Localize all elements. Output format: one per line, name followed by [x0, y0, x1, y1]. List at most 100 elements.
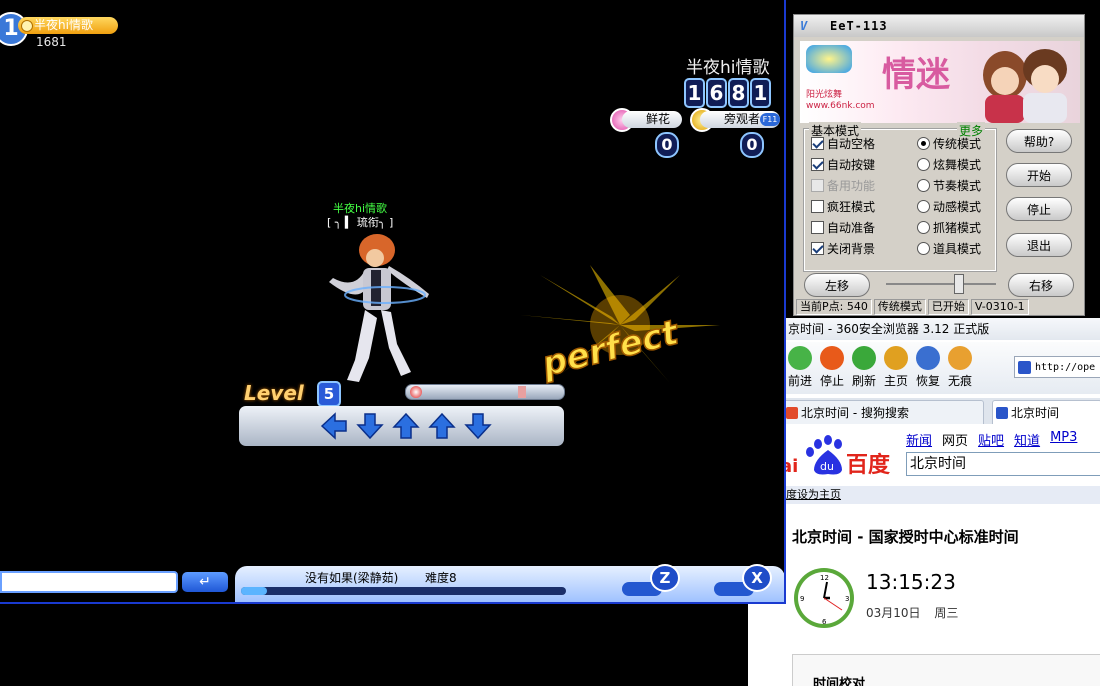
checkbox-box[interactable]: [811, 241, 824, 255]
watcher-count: 0: [740, 132, 764, 158]
couple-illustration: [983, 49, 1067, 123]
checkbox-option[interactable]: 自动空格: [811, 134, 875, 152]
start-button[interactable]: 开始: [1006, 163, 1072, 187]
arrow-up-icon: [428, 412, 456, 439]
toolbar-button-label: 恢复: [915, 374, 940, 388]
radio-label: 节奏模式: [933, 178, 982, 193]
score-digit: 8: [728, 78, 749, 108]
radio-button[interactable]: [917, 199, 930, 213]
tool-title: EeT-113: [830, 19, 888, 33]
exit-button[interactable]: 退出: [1006, 233, 1072, 257]
toolbar-button-stop[interactable]: 停止: [816, 346, 848, 392]
toolbar-button-forward-arrow[interactable]: 前进: [786, 346, 816, 392]
opacity-slider[interactable]: [886, 283, 996, 285]
helper-tool-window: V EeT-113 情迷 阳光炫舞 www.66nk.com 基本模式 更多 自…: [793, 14, 1085, 316]
forward-arrow-icon: [788, 346, 812, 370]
game-logo-icon: [806, 45, 852, 73]
checkbox-box[interactable]: [811, 220, 824, 234]
checkbox-option[interactable]: 自动准备: [811, 218, 875, 236]
perfect-judgement: perfect: [520, 265, 720, 385]
search-input[interactable]: 北京时间: [906, 452, 1100, 476]
set-homepage-link[interactable]: 度设为主页: [786, 486, 1100, 504]
svg-text:ai: ai: [786, 456, 798, 477]
tab-label: 北京时间: [1011, 406, 1060, 420]
slider-thumb[interactable]: [954, 274, 964, 294]
radio-button[interactable]: [917, 241, 930, 255]
toolbar-button-undo[interactable]: 恢复: [912, 346, 944, 392]
browser-title-bar[interactable]: 京时间 - 360安全浏览器 3.12 正式版: [786, 318, 1100, 340]
radio-button[interactable]: [917, 220, 930, 234]
move-right-button[interactable]: 右移: [1008, 273, 1074, 297]
baidu-logo-text: 百度: [846, 452, 891, 478]
radio-option[interactable]: 抓猪模式: [917, 218, 981, 236]
tab-sogou-search[interactable]: 北京时间 - 搜狗搜索: [786, 400, 984, 424]
result-title[interactable]: 北京时间 - 国家授时中心标准时间: [792, 526, 1019, 547]
checkbox-label: 自动空格: [827, 136, 876, 151]
radio-button[interactable]: [917, 157, 930, 171]
banner-url: www.66nk.com: [806, 101, 875, 111]
enter-button[interactable]: ↵: [182, 572, 228, 592]
banner-title: 情迷: [882, 55, 950, 95]
radio-button[interactable]: [917, 136, 930, 150]
address-text: http://ope: [1035, 362, 1096, 373]
checkbox-option[interactable]: 关闭背景: [811, 239, 875, 257]
radio-option[interactable]: 传统模式: [917, 134, 981, 152]
address-bar[interactable]: http://ope: [1014, 356, 1100, 378]
x-key-button[interactable]: X: [742, 564, 772, 592]
browser-tabs: 北京时间 - 搜狗搜索 北京时间: [786, 398, 1100, 424]
home-icon: [884, 346, 908, 370]
checkbox-option[interactable]: 疯狂模式: [811, 197, 875, 215]
baidu-nav-links: 新闻 网页 贴吧 知道 MP3: [906, 430, 1077, 449]
toolbar-button-paw[interactable]: 无痕: [944, 346, 976, 392]
banner-subtitle: 阳光炫舞: [806, 90, 843, 100]
dancer-guild-tag: [ ╮ ▍ 琉衔╮ ]: [327, 216, 394, 229]
nav-link-tieba[interactable]: 贴吧: [978, 430, 1004, 449]
arrow-sequence-panel: [239, 406, 564, 446]
score-digit: 1: [684, 78, 705, 108]
chat-input[interactable]: [0, 571, 178, 593]
svg-text:3: 3: [845, 595, 849, 603]
radio-option[interactable]: 炫舞模式: [917, 155, 981, 173]
toolbar-button-label: 前进: [787, 374, 812, 388]
refresh-icon: [852, 346, 876, 370]
tool-banner: 情迷 阳光炫舞 www.66nk.com: [800, 41, 1080, 123]
game-window: 1 半夜hi情歌 1681 半夜hi情歌 1681 鲜花 0 旁观者 F11 0…: [0, 0, 786, 604]
tab-label: 北京时间 - 搜狗搜索: [801, 406, 909, 420]
radio-button[interactable]: [917, 178, 930, 192]
z-key-button[interactable]: Z: [650, 564, 680, 592]
checkbox-box[interactable]: [811, 157, 824, 171]
checkbox-option[interactable]: 自动按键: [811, 155, 875, 173]
toolbar-button-home[interactable]: 主页: [880, 346, 912, 392]
score-digit: 1: [750, 78, 771, 108]
radio-option[interactable]: 节奏模式: [917, 176, 981, 194]
dancer-character: [329, 234, 429, 382]
tool-title-bar[interactable]: V EeT-113: [794, 15, 1084, 37]
arrow-down-icon: [356, 413, 384, 440]
calibration-title: 时间校对: [813, 677, 866, 686]
tab-beijing-time[interactable]: 北京时间: [992, 400, 1100, 424]
nav-link-zhidao[interactable]: 知道: [1014, 430, 1040, 449]
status-version: V-0310-1: [970, 299, 1029, 315]
nav-link-mp3[interactable]: MP3: [1050, 430, 1077, 449]
status-mode: 传统模式: [873, 299, 926, 315]
undo-icon: [916, 346, 940, 370]
checkbox-label: 备用功能: [827, 178, 876, 193]
arrow-up-icon: [392, 412, 420, 439]
nav-link-news[interactable]: 新闻: [906, 430, 932, 449]
radio-option[interactable]: 动感模式: [917, 197, 981, 215]
toolbar-button-refresh[interactable]: 刷新: [848, 346, 880, 392]
stop-button[interactable]: 停止: [1006, 197, 1072, 221]
checkbox-box[interactable]: [811, 136, 824, 150]
checkbox-box: [811, 178, 824, 192]
move-left-button[interactable]: 左移: [804, 273, 870, 297]
nav-link-web[interactable]: 网页: [942, 430, 968, 449]
clock-date: 03月10日 周三: [866, 604, 958, 621]
baidu-logo: ai du 百度: [786, 435, 891, 478]
checkbox-box[interactable]: [811, 199, 824, 213]
clock-weekday: 周三: [934, 606, 959, 620]
radio-label: 传统模式: [933, 136, 982, 151]
radio-option[interactable]: 道具模式: [917, 239, 981, 257]
song-progress-bar: [241, 587, 566, 595]
help-button[interactable]: 帮助?: [1006, 129, 1072, 153]
timing-target: [518, 386, 526, 398]
